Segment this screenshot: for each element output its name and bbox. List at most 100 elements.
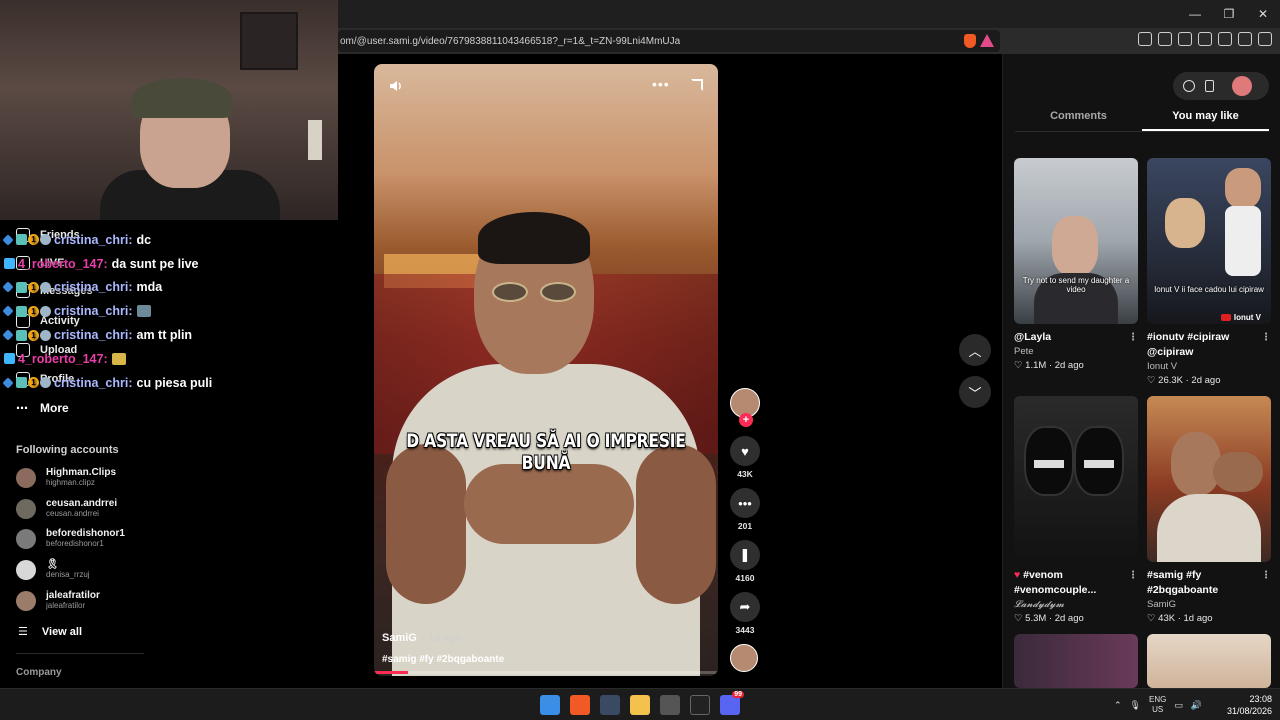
following-account[interactable]: beforedishonor1 beforedishonor1 <box>16 528 125 549</box>
youtube-badge: Ionut V <box>1220 313 1261 322</box>
card-menu-icon[interactable]: ⋮ <box>1261 568 1271 583</box>
brave-browser-icon[interactable] <box>570 695 590 715</box>
recommended-video-card[interactable]: Ionut V ii face cadou lui cipiraw Ionut … <box>1147 158 1271 388</box>
address-bar[interactable]: om/@user.sami.g/video/767983881104346651… <box>338 30 1000 52</box>
sidebar-toggle-icon[interactable] <box>1178 32 1192 46</box>
wallet-icon[interactable] <box>1198 32 1212 46</box>
clock[interactable]: 23:08 31/08/2026 <box>1222 693 1272 717</box>
webcam-overlay <box>0 0 338 220</box>
device-icon[interactable] <box>1205 80 1214 92</box>
company-link[interactable]: Company <box>16 667 62 678</box>
video-age: · 1d ago <box>420 632 462 644</box>
gift-badge-icon: 1 <box>28 305 39 317</box>
speaker-icon[interactable]: 🔊 <box>1191 700 1202 711</box>
author-name[interactable]: SamiG <box>382 632 417 644</box>
chat-message: 4_roberto_147: <box>4 347 334 371</box>
tab-comments[interactable]: Comments <box>1015 108 1142 131</box>
chat-text: am tt plin <box>136 328 193 343</box>
card-author[interactable]: Pete <box>1014 345 1138 358</box>
microphone-icon[interactable]: 🎙 <box>1130 700 1141 711</box>
windows-start-icon[interactable] <box>540 695 560 715</box>
following-account[interactable]: ceusan.andrrei ceusan.andrrei <box>16 498 117 519</box>
video-thumbnail[interactable] <box>1147 396 1271 562</box>
recommended-video-card[interactable]: #samig #fy #2bqgaboante ⋮ SamiG ♡ 43K · 1… <box>1147 396 1271 626</box>
card-menu-icon[interactable]: ⋮ <box>1261 330 1271 345</box>
video-thumbnail[interactable] <box>1014 634 1138 688</box>
next-video-button[interactable]: ﹀ <box>959 376 991 408</box>
card-author[interactable]: 𝓛𝓪𝓷𝓭𝔂𝓭𝔂𝓶 <box>1014 598 1138 611</box>
menu-icon[interactable] <box>1258 32 1272 46</box>
user-avatar[interactable] <box>1232 76 1252 96</box>
video-thumbnail[interactable]: Ionut V ii face cadou lui cipiraw Ionut … <box>1147 158 1271 324</box>
display-icon[interactable]: ▭ <box>1174 700 1183 711</box>
previous-video-button[interactable]: ︿ <box>959 334 991 366</box>
top-controls <box>1173 72 1269 100</box>
card-title-text: @Layla <box>1014 331 1052 343</box>
avatar <box>16 559 36 580</box>
chat-text: da sunt pe live <box>111 256 199 271</box>
recommended-video-card[interactable] <box>1014 634 1138 688</box>
recommended-video-card[interactable]: ♥ #venom #venomcouple... ⋮ 𝓛𝓪𝓷𝓭𝔂𝓭𝔂𝓶 ♡ 5.3… <box>1014 396 1138 626</box>
bookmark-icon: ❚ <box>739 547 751 562</box>
subscriber-badge-icon <box>16 234 27 246</box>
explore-icon[interactable] <box>1183 80 1195 92</box>
media-icon[interactable] <box>1158 32 1172 46</box>
video-author[interactable]: SamiG · 1d ago <box>382 632 461 644</box>
view-all-link[interactable]: ☰ View all <box>18 625 82 639</box>
brave-shield-icon[interactable] <box>964 34 976 48</box>
discord-icon[interactable]: 99 <box>720 691 744 715</box>
recommended-video-card[interactable]: Try not to send my daughter a video @Lay… <box>1014 158 1138 373</box>
language-indicator[interactable]: ENG US <box>1149 695 1166 715</box>
settings-badge-icon <box>40 329 51 341</box>
like-button[interactable]: ♥ <box>730 436 760 466</box>
obs-icon[interactable] <box>660 695 680 715</box>
window-controls: — ❐ ✕ <box>1178 0 1280 28</box>
video-thumbnail[interactable] <box>1147 634 1271 688</box>
share-button[interactable]: ➦ <box>730 592 760 622</box>
following-account[interactable]: 🎗 denisa_rrzuj <box>16 559 90 580</box>
recommended-video-card[interactable] <box>1147 634 1271 688</box>
video-thumbnail[interactable]: Try not to send my daughter a video <box>1014 158 1138 324</box>
extensions-icon[interactable] <box>1138 32 1152 46</box>
chevron-up-icon[interactable]: ⌃ <box>1114 700 1122 711</box>
minimize-button[interactable]: — <box>1178 0 1212 28</box>
progress-fill <box>374 671 409 674</box>
brave-rewards-icon[interactable] <box>980 34 994 47</box>
creator-avatar[interactable]: + <box>730 388 760 427</box>
card-menu-icon[interactable]: ⋮ <box>1128 568 1138 583</box>
subscriber-badge-icon <box>16 305 27 317</box>
lamp <box>308 120 322 160</box>
moderator-badge-icon <box>2 305 14 317</box>
following-account[interactable]: jaleafratilor jaleafratilor <box>16 590 100 611</box>
comment-button[interactable]: ••• <box>730 488 760 518</box>
close-button[interactable]: ✕ <box>1246 0 1280 28</box>
restore-button[interactable]: ❐ <box>1212 0 1246 28</box>
tab-you-may-like[interactable]: You may like <box>1142 108 1269 131</box>
video-player[interactable]: ••• D ASTA VREAU SĂ AI O IMPRESIE BUNĂ S… <box>374 64 718 676</box>
vpn-icon[interactable] <box>1238 32 1252 46</box>
follow-plus-icon[interactable]: + <box>739 413 753 427</box>
save-button[interactable]: ❚ <box>730 540 760 570</box>
sidebar-item-more[interactable]: ⋯ More <box>16 401 69 415</box>
music-disc-avatar[interactable] <box>730 644 758 672</box>
card-title-text: #ionutv #cipiraw @cipiraw <box>1147 331 1230 358</box>
fullscreen-icon[interactable] <box>691 79 703 91</box>
app-icon[interactable] <box>690 695 710 715</box>
video-progress-bar[interactable] <box>374 671 718 674</box>
following-account[interactable]: Highman.Clips highman.clipz <box>16 467 116 488</box>
video-hashtags[interactable]: #samig #fy #2bqgaboante <box>382 654 504 665</box>
card-author[interactable]: SamiG <box>1147 598 1271 611</box>
thumb-detail <box>1157 494 1261 562</box>
card-menu-icon[interactable]: ⋮ <box>1128 330 1138 345</box>
steam-icon[interactable] <box>600 695 620 715</box>
save-count: 4160 <box>735 573 755 583</box>
file-explorer-icon[interactable] <box>630 695 650 715</box>
video-thumbnail[interactable] <box>1014 396 1138 562</box>
sidebar-divider <box>16 653 144 654</box>
card-author[interactable]: Ionut V <box>1147 360 1271 373</box>
avatar <box>16 590 36 611</box>
more-options-icon[interactable]: ••• <box>652 76 670 92</box>
taskbar-apps: 99 <box>540 691 744 715</box>
volume-icon[interactable] <box>388 78 404 94</box>
leo-icon[interactable] <box>1218 32 1232 46</box>
